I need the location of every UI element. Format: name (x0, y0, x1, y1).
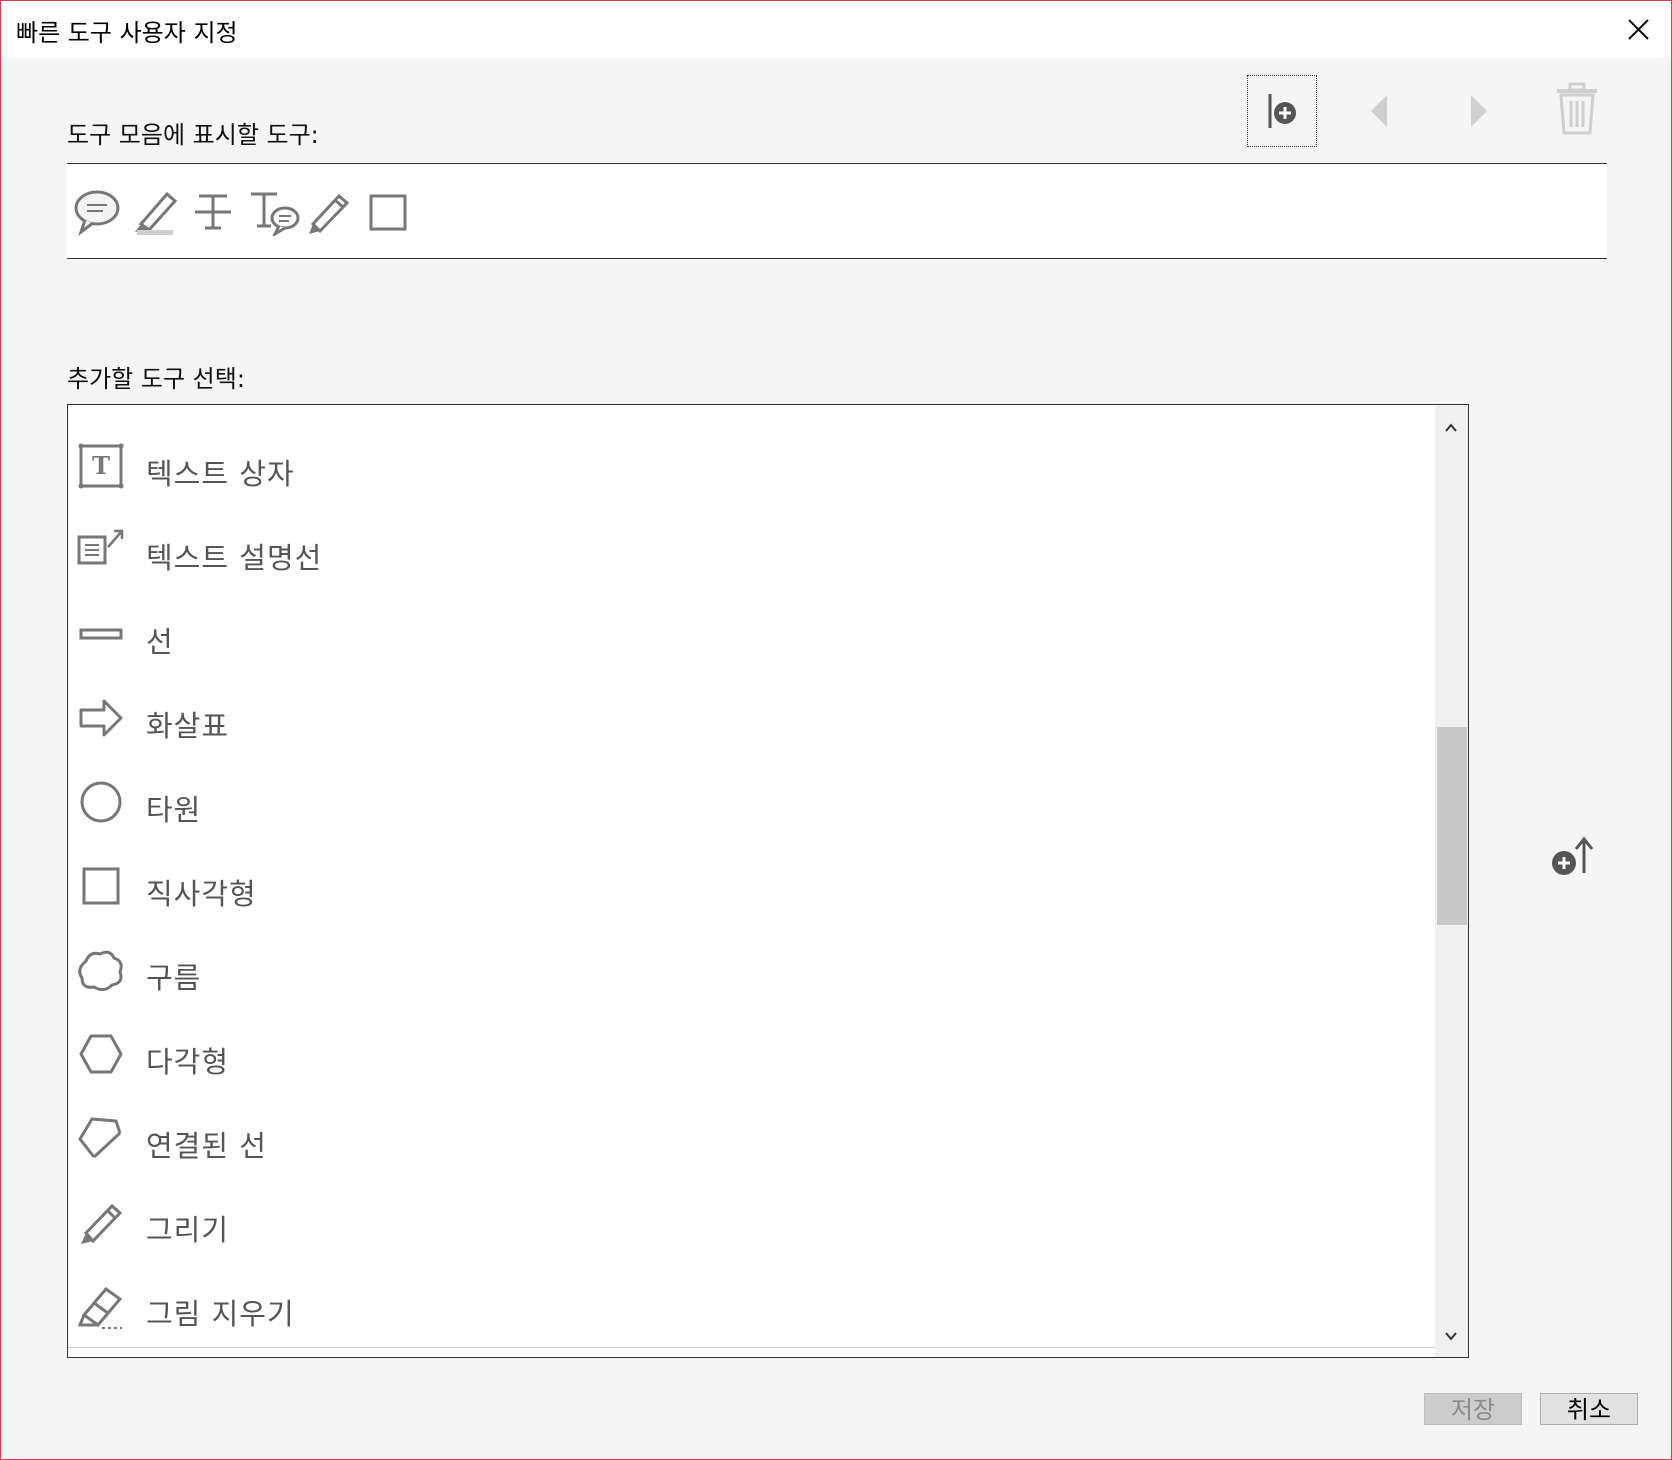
insert-separator-icon (1268, 94, 1296, 128)
list-item-label: 그림 지우기 (146, 1297, 295, 1331)
close-button[interactable] (1617, 9, 1659, 51)
list-item-text-callout[interactable]: 텍스트 설명선 (68, 509, 1434, 593)
eraser-icon (77, 1286, 123, 1329)
pencil-icon (81, 1203, 123, 1244)
list-scrollbar[interactable] (1435, 405, 1468, 1357)
polygon-icon (79, 1034, 123, 1074)
current-tools-bar (67, 163, 1607, 259)
list-item-polygon[interactable]: 다각형 (68, 1013, 1434, 1097)
cloud-icon (78, 950, 123, 992)
move-right-icon (1471, 95, 1487, 127)
svg-text:T: T (92, 451, 110, 480)
pencil-icon[interactable] (305, 188, 353, 236)
arrow-icon (79, 699, 123, 737)
text-callout-icon (77, 529, 124, 565)
rectangle-icon[interactable] (367, 188, 415, 236)
available-tools-label: 추가할 도구 선택: (67, 365, 245, 393)
delete-icon (1557, 82, 1597, 135)
dialog-title: 빠른 도구 사용자 지정 (16, 19, 238, 47)
dialog-window: 빠른 도구 사용자 지정 도구 모음에 표시할 도구: 추가할 도구 선택: T… (0, 0, 1672, 1460)
move-left-icon (1371, 95, 1387, 127)
line-icon (79, 628, 123, 640)
list-item-connected-lines[interactable]: 연결된 선 (68, 1097, 1434, 1181)
add-up-icon (1552, 836, 1594, 875)
list-item-arrow[interactable]: 화살표 (68, 677, 1434, 761)
list-item-eraser[interactable]: 그림 지우기 (68, 1265, 1434, 1349)
move-right-button[interactable] (1443, 75, 1513, 147)
chevron-down-icon (1445, 1332, 1457, 1341)
list-item-label: 연결된 선 (146, 1129, 267, 1163)
title-bar: 빠른 도구 사용자 지정 (1, 1, 1671, 58)
list-item-label: 텍스트 설명선 (146, 541, 323, 575)
list-item-rectangle[interactable]: 직사각형 (68, 845, 1434, 929)
list-item-draw[interactable]: 그리기 (68, 1181, 1434, 1265)
list-divider (68, 1347, 1435, 1348)
list-item-text-box[interactable]: T 텍스트 상자 (68, 425, 1434, 509)
list-item-cloud[interactable]: 구름 (68, 929, 1434, 1013)
list-item-label: 직사각형 (146, 877, 257, 911)
oval-icon (80, 781, 122, 823)
text-comment-icon[interactable] (247, 188, 300, 238)
list-item-line[interactable]: 선 (68, 593, 1434, 677)
available-tools-list[interactable]: T 텍스트 상자 텍스트 설명선 선 화살표 타원 직사각형 구름 다각형 연결… (67, 404, 1469, 1358)
list-item-label: 선 (146, 625, 174, 659)
list-item-label: 구름 (146, 961, 202, 995)
reorder-toolbar (1247, 75, 1607, 147)
rectangle-icon (82, 867, 120, 905)
close-icon (1628, 19, 1649, 40)
list-item-label: 텍스트 상자 (146, 457, 295, 491)
move-left-button[interactable] (1345, 75, 1415, 147)
chevron-up-icon (1445, 423, 1457, 432)
list-item-oval[interactable]: 타원 (68, 761, 1434, 845)
cancel-button[interactable]: 취소 (1540, 1393, 1638, 1425)
highlight-icon[interactable] (131, 188, 179, 236)
insert-separator-button[interactable] (1247, 75, 1317, 147)
text-box-icon: T (78, 443, 124, 489)
list-item-label: 타원 (146, 793, 202, 827)
delete-button[interactable] (1537, 75, 1607, 147)
save-button[interactable]: 저장 (1424, 1393, 1522, 1425)
add-tool-button[interactable] (1546, 831, 1598, 883)
list-item-label: 화살표 (146, 709, 230, 743)
list-item-label: 그리기 (146, 1213, 230, 1247)
connected-lines-icon (78, 1117, 122, 1159)
current-tools-label: 도구 모음에 표시할 도구: (67, 121, 319, 149)
comment-icon[interactable] (73, 188, 121, 237)
strikethrough-text-icon[interactable] (189, 188, 237, 236)
scroll-thumb[interactable] (1437, 727, 1467, 925)
list-item-label: 다각형 (146, 1045, 230, 1079)
scroll-down-button[interactable] (1435, 1321, 1468, 1351)
scroll-up-button[interactable] (1435, 413, 1468, 443)
